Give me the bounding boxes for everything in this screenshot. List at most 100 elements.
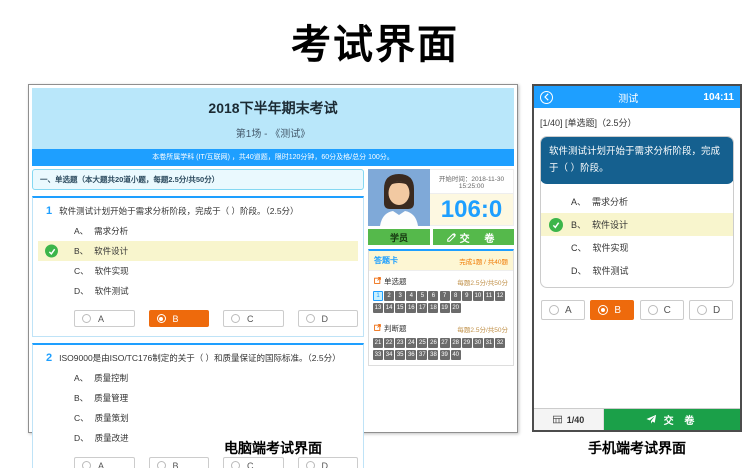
option-row[interactable]: B、质量管理 <box>38 388 358 408</box>
radio-icon <box>598 305 608 315</box>
answer-button-c[interactable]: C <box>223 457 284 468</box>
question-tile-10[interactable]: 10 <box>473 291 483 301</box>
question-tile-37[interactable]: 37 <box>417 350 427 360</box>
answer-button-c[interactable]: C <box>223 310 284 327</box>
mobile-answer-buttons: AB C D <box>540 300 734 320</box>
question-tile-31[interactable]: 31 <box>484 338 494 348</box>
mobile-option-list: A、需求分析B、软件设计C、软件实现D、软件测试 <box>541 184 733 287</box>
answer-button-a[interactable]: A <box>74 310 135 327</box>
question-tile-7[interactable]: 7 <box>440 291 450 301</box>
question-tile-24[interactable]: 24 <box>406 338 416 348</box>
question-tile-36[interactable]: 36 <box>406 350 416 360</box>
page-title: 考试界面 <box>0 12 750 70</box>
question-tile-35[interactable]: 35 <box>395 350 405 360</box>
mobile-body: [1/40] [单选题]（2.5分） 软件测试计划开始于需求分析阶段，完成于（ … <box>534 108 740 408</box>
answer-button-b[interactable]: B <box>149 310 210 327</box>
question-tile-38[interactable]: 38 <box>428 350 438 360</box>
answer-button-d[interactable]: D <box>689 300 733 320</box>
option-letter: D、 <box>571 266 587 276</box>
option-row[interactable]: A、质量控制 <box>38 368 358 388</box>
question-tile-3[interactable]: 3 <box>395 291 405 301</box>
answer-card-groups: 单选题每题2.5分/共50分12345678910111213141516171… <box>369 271 513 365</box>
question-tile-2[interactable]: 2 <box>384 291 394 301</box>
question-tile-21[interactable]: 21 <box>373 338 383 348</box>
answer-button-c[interactable]: C <box>640 300 684 320</box>
question-tile-17[interactable]: 17 <box>417 303 427 313</box>
option-row[interactable]: A、需求分析 <box>541 190 733 213</box>
question-tile-22[interactable]: 22 <box>384 338 394 348</box>
answer-button-a[interactable]: A <box>541 300 585 320</box>
option-letter: A、 <box>74 226 88 236</box>
option-row[interactable]: C、质量策划 <box>38 408 358 428</box>
answer-button-b[interactable]: B <box>149 457 210 468</box>
answer-button-label: C <box>664 305 671 316</box>
answer-sheet-button[interactable]: 1/40 <box>534 409 604 430</box>
radio-icon <box>549 305 559 315</box>
question-tile-6[interactable]: 6 <box>428 291 438 301</box>
answer-button-row: A B C D <box>74 457 358 468</box>
question-tile-33[interactable]: 33 <box>373 350 383 360</box>
question-tile-23[interactable]: 23 <box>395 338 405 348</box>
question-tile-27[interactable]: 27 <box>440 338 450 348</box>
option-letter: A、 <box>74 373 88 383</box>
option-text: 需求分析 <box>592 197 628 207</box>
answer-button-label: C <box>247 461 254 468</box>
pc-exam-panel: 2018下半年期末考试 第1场 - 《测试》 本卷所属学科 (IT/互联网) ，… <box>28 84 518 433</box>
question-tile-5[interactable]: 5 <box>417 291 427 301</box>
question-tile-4[interactable]: 4 <box>406 291 416 301</box>
answer-button-a[interactable]: A <box>74 457 135 468</box>
question-tile-16[interactable]: 16 <box>406 303 416 313</box>
question-tile-34[interactable]: 34 <box>384 350 394 360</box>
option-text: 质量控制 <box>94 373 128 383</box>
question-tile-11[interactable]: 11 <box>484 291 494 301</box>
option-row[interactable]: C、软件实现 <box>38 261 358 281</box>
question-tile-26[interactable]: 26 <box>428 338 438 348</box>
option-text: 需求分析 <box>94 226 128 236</box>
question-tile-9[interactable]: 9 <box>462 291 472 301</box>
back-icon[interactable] <box>540 91 553 104</box>
answer-button-d[interactable]: D <box>298 457 359 468</box>
option-text: 软件测试 <box>593 266 629 276</box>
question-tile-12[interactable]: 12 <box>495 291 505 301</box>
question-tile-32[interactable]: 32 <box>495 338 505 348</box>
answer-button-b[interactable]: B <box>590 300 634 320</box>
question-tile-19[interactable]: 19 <box>440 303 450 313</box>
question-tile-14[interactable]: 14 <box>384 303 394 313</box>
question-tile-39[interactable]: 39 <box>440 350 450 360</box>
question-tile-20[interactable]: 20 <box>451 303 461 313</box>
question-tile-15[interactable]: 15 <box>395 303 405 313</box>
question-tile-13[interactable]: 13 <box>373 303 383 313</box>
mobile-caption: 手机端考试界面 <box>532 438 742 458</box>
option-letter: C、 <box>74 413 89 423</box>
option-row[interactable]: C、软件实现 <box>541 236 733 259</box>
question-tile-29[interactable]: 29 <box>462 338 472 348</box>
group-score: 每题2.5分/共50分 <box>457 324 508 334</box>
question-tile-30[interactable]: 30 <box>473 338 483 348</box>
option-row[interactable]: B、软件设计 <box>541 213 733 236</box>
answer-button-label: D <box>713 305 720 316</box>
question-tile-8[interactable]: 8 <box>451 291 461 301</box>
question-tile-1[interactable]: 1 <box>373 291 383 301</box>
question-tile-28[interactable]: 28 <box>451 338 461 348</box>
submit-exam-button[interactable]: 交 卷 <box>433 229 514 245</box>
option-row[interactable]: D、软件测试 <box>38 281 358 301</box>
option-letter: C、 <box>74 266 89 276</box>
question-card: 1软件测试计划开始于需求分析阶段，完成于（ ）阶段。（2.5分）A、需求分析B、… <box>32 196 364 337</box>
question-body: ISO9000是由ISO/TC176制定的关于（ ）和质量保证的国际标准。（2.… <box>59 353 341 363</box>
question-tile-25[interactable]: 25 <box>417 338 427 348</box>
radio-icon <box>306 314 315 323</box>
exam-screenshot: 考试界面 2018下半年期末考试 第1场 - 《测试》 本卷所属学科 (IT/互… <box>0 0 750 468</box>
answer-button-label: D <box>322 314 329 324</box>
check-icon <box>45 245 58 258</box>
question-tile-40[interactable]: 40 <box>451 350 461 360</box>
section-header: 一、单选题（本大题共20道小题，每题2.5分/共50分） <box>32 169 364 190</box>
option-row[interactable]: A、需求分析 <box>38 221 358 241</box>
option-row[interactable]: D、软件测试 <box>541 259 733 282</box>
question-tile-18[interactable]: 18 <box>428 303 438 313</box>
option-row[interactable]: B、软件设计 <box>38 241 358 261</box>
submit-label: 交 卷 <box>460 230 501 245</box>
answer-button-d[interactable]: D <box>298 310 359 327</box>
option-letter: C、 <box>571 243 587 253</box>
countdown-timer: 106:0 <box>441 196 502 224</box>
mobile-submit-button[interactable]: 交 卷 <box>604 409 740 430</box>
